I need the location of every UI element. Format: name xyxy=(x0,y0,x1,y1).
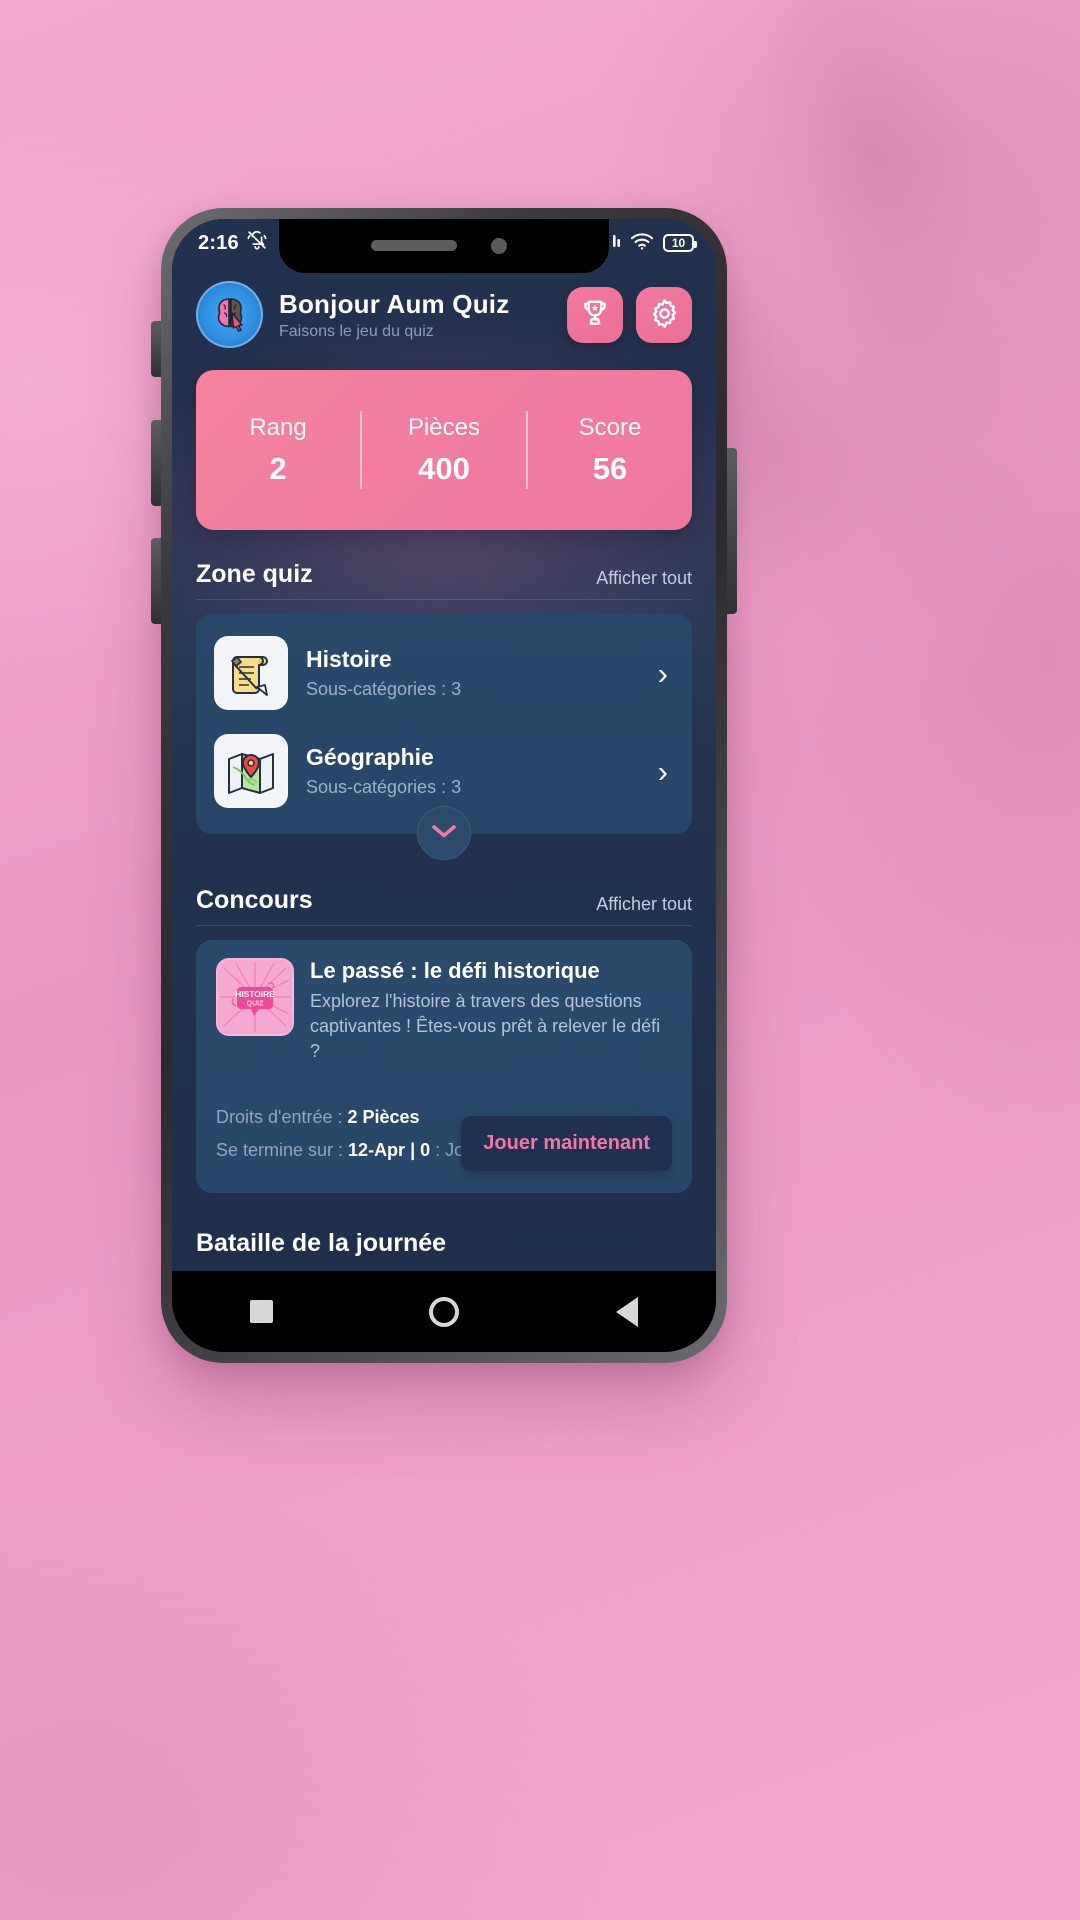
square-recents-icon[interactable] xyxy=(250,1300,274,1323)
avatar[interactable] xyxy=(196,281,263,348)
map-pin-icon xyxy=(214,734,288,808)
quiz-zone-section-header: Zone quiz Afficher tout xyxy=(196,560,692,599)
stat-score: Score 56 xyxy=(528,414,692,487)
stats-card: Rang 2 Pièces 400 Score 56 xyxy=(196,370,692,530)
contest-section-header: Concours Afficher tout xyxy=(196,886,692,925)
mute-switch[interactable] xyxy=(151,321,161,377)
volume-up-button[interactable] xyxy=(151,420,161,506)
quiz-category-subtitle: Sous-catégories : 3 xyxy=(306,777,462,797)
histoire-quiz-thumbnail-icon: HISTOIRE QUIZ xyxy=(216,958,294,1036)
ends-label: Se termine sur : xyxy=(216,1140,349,1161)
quiz-zone-see-all-link[interactable]: Afficher tout xyxy=(596,568,692,589)
status-bar: 2:16 10 xyxy=(172,219,716,267)
list-item[interactable]: Histoire Sous-catégories : 3 › xyxy=(196,624,692,722)
contest-description: Explorez l'histoire à travers des questi… xyxy=(310,991,661,1061)
gear-icon xyxy=(649,298,680,332)
phone-device-frame: 2:16 10 Bonjour Aum Quiz Faisons le jeu … xyxy=(161,208,727,1363)
status-bar-left: 2:16 xyxy=(198,229,268,257)
expand-quiz-zone-button[interactable] xyxy=(417,806,471,860)
trophy-icon xyxy=(580,298,610,331)
greeting-text: Bonjour Aum Quiz xyxy=(279,288,510,319)
entry-fee-label: Droits d'entrée : xyxy=(216,1107,348,1128)
triangle-back-icon[interactable] xyxy=(615,1296,638,1327)
divider xyxy=(196,599,692,600)
signal-bars-icon xyxy=(613,233,621,254)
circle-home-icon[interactable] xyxy=(429,1296,460,1327)
quiz-category-name: Géographie xyxy=(306,744,434,770)
greeting-block: Bonjour Aum Quiz Faisons le jeu du quiz xyxy=(279,289,554,341)
stat-score-label: Score xyxy=(578,413,642,441)
list-item-text: Histoire Sous-catégories : 3 xyxy=(306,646,658,700)
contest-card[interactable]: HISTOIRE QUIZ Le passé : le défi histori… xyxy=(196,940,692,1194)
settings-button[interactable] xyxy=(636,286,692,343)
stat-coins-label: Pièces xyxy=(407,413,481,441)
chevron-right-icon[interactable]: › xyxy=(658,658,674,689)
stat-rank: Rang 2 xyxy=(196,414,360,487)
scroll-quill-icon xyxy=(214,636,288,710)
chevron-down-icon xyxy=(431,823,457,844)
app-screen: 2:16 10 Bonjour Aum Quiz Faisons le jeu … xyxy=(172,219,716,1293)
phone-screen-bezel: 2:16 10 Bonjour Aum Quiz Faisons le jeu … xyxy=(172,219,716,1352)
status-time: 2:16 xyxy=(198,231,239,254)
battery-indicator: 10 xyxy=(663,234,697,252)
contest-name: Le passé : le défi historique xyxy=(310,958,600,983)
stat-coins: Pièces 400 xyxy=(362,414,526,487)
bell-slash-icon xyxy=(246,229,268,257)
ends-value: 12-Apr xyxy=(348,1140,406,1161)
contest-see-all-link[interactable]: Afficher tout xyxy=(596,894,692,915)
power-button[interactable] xyxy=(727,448,737,614)
chevron-right-icon[interactable]: › xyxy=(658,756,674,787)
scrollable-content[interactable]: 2:16 10 Bonjour Aum Quiz Faisons le jeu … xyxy=(172,219,716,1293)
contest-card-text: Le passé : le défi historique Explorez l… xyxy=(310,958,672,1063)
svg-text:QUIZ: QUIZ xyxy=(247,1001,264,1008)
stat-rank-value: 2 xyxy=(269,450,287,486)
contest-card-top: HISTOIRE QUIZ Le passé : le défi histori… xyxy=(216,958,672,1063)
page-title-contest: Concours xyxy=(196,886,313,914)
greeting-subtitle: Faisons le jeu du quiz xyxy=(279,322,434,340)
players-value: 0 xyxy=(420,1140,431,1161)
svg-text:HISTOIRE: HISTOIRE xyxy=(235,989,275,999)
battery-level-text: 10 xyxy=(671,236,686,250)
volume-down-button[interactable] xyxy=(151,538,161,624)
divider xyxy=(196,925,692,926)
quiz-category-name: Histoire xyxy=(306,646,392,672)
status-bar-right: 10 xyxy=(613,232,697,255)
trophy-button[interactable] xyxy=(567,286,623,343)
quiz-zone-list: Histoire Sous-catégories : 3 › Géographi… xyxy=(196,614,692,860)
brain-quiz-avatar-icon xyxy=(217,297,243,332)
play-now-button[interactable]: Jouer maintenant xyxy=(461,1116,672,1172)
wifi-icon xyxy=(630,232,654,255)
stat-rank-label: Rang xyxy=(249,413,307,441)
page-title-quiz-zone: Zone quiz xyxy=(196,560,313,588)
list-item-text: Géographie Sous-catégories : 3 xyxy=(306,744,658,798)
stat-score-value: 56 xyxy=(592,450,628,486)
entry-fee-value: 2 Pièces xyxy=(347,1107,420,1128)
meta-separator: | xyxy=(405,1140,421,1161)
page-title-battle: Bataille de la journée xyxy=(196,1229,447,1258)
quiz-category-subtitle: Sous-catégories : 3 xyxy=(306,679,462,699)
stat-coins-value: 400 xyxy=(418,450,470,486)
app-header: Bonjour Aum Quiz Faisons le jeu du quiz xyxy=(172,267,716,356)
android-nav-bar xyxy=(172,1271,716,1352)
